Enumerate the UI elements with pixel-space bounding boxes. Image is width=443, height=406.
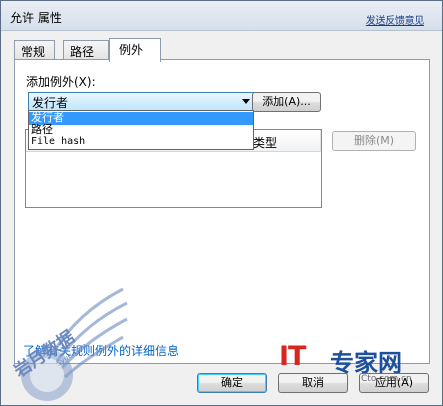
title-bar: 允许 属性 发送反馈意见 [1, 1, 442, 31]
tab-path[interactable]: 路径 [63, 40, 109, 60]
tab-path-label: 路径 [70, 45, 95, 59]
properties-dialog: 允许 属性 发送反馈意见 常规 路径 例外 添加例外(X): 发行者 添加(A)… [0, 0, 443, 406]
logo-domain: Cto.com.cn [361, 374, 412, 384]
exception-type-combo[interactable]: 发行者 [28, 92, 254, 111]
tab-exceptions-label: 例外 [119, 43, 144, 57]
tab-general[interactable]: 常规 [14, 40, 55, 60]
add-button[interactable]: 添加(A)... [252, 92, 321, 112]
feedback-link[interactable]: 发送反馈意见 [366, 12, 425, 27]
delete-button[interactable]: 删除(M) [332, 131, 416, 151]
window-title: 允许 属性 [10, 11, 62, 25]
ok-button[interactable]: 确定 [197, 373, 267, 393]
chevron-down-icon[interactable] [242, 99, 250, 104]
it-logo: IT [279, 341, 306, 372]
column-type-label: 类型 [253, 136, 278, 150]
dropdown-option-file-hash[interactable]: File hash [29, 136, 253, 149]
column-header-type[interactable]: 类型 [247, 130, 321, 152]
exception-type-dropdown: 发行者 路径 File hash [28, 110, 254, 150]
cancel-button[interactable]: 取消 [278, 373, 348, 393]
add-exception-label: 添加例外(X): [26, 75, 96, 89]
tab-exceptions[interactable]: 例外 [109, 38, 161, 62]
tab-general-label: 常规 [21, 45, 46, 59]
combo-value: 发行者 [32, 96, 69, 110]
